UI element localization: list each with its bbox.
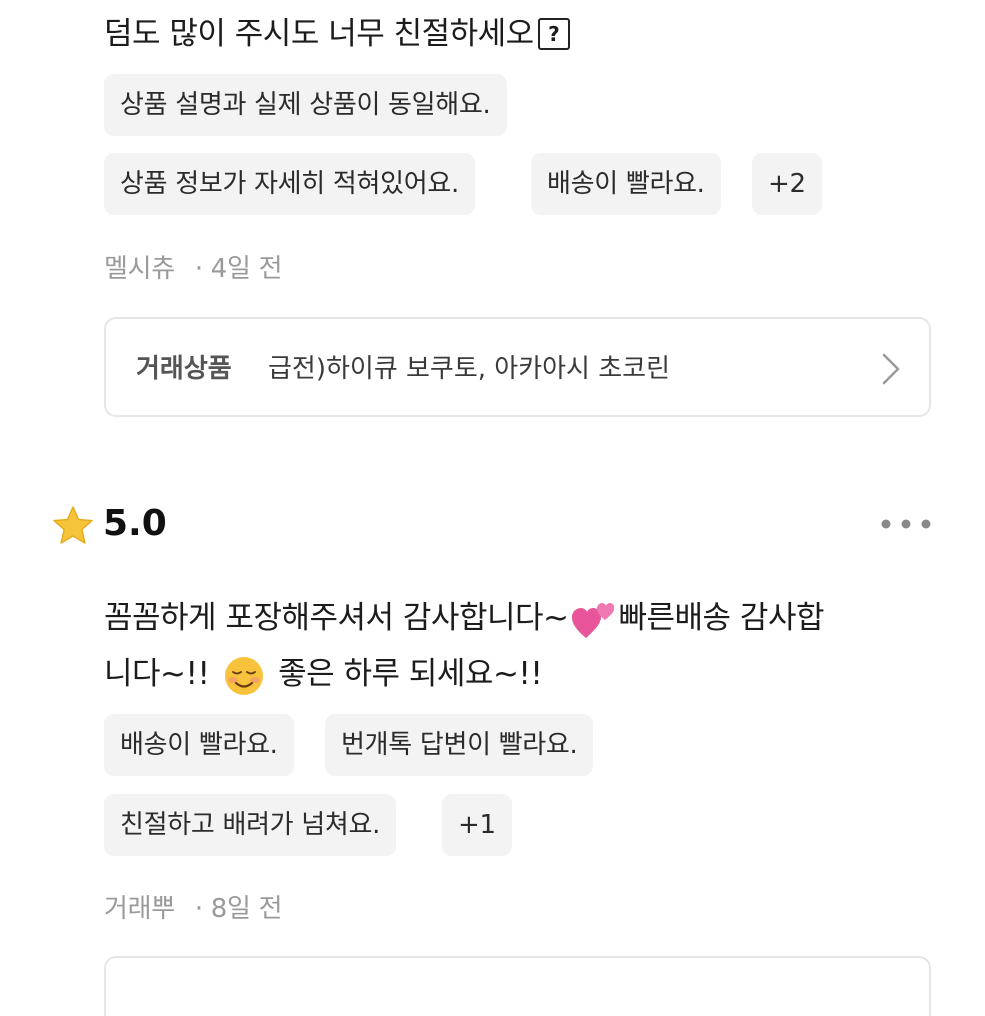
review-tag-chip: 번개톡 답변이 빨라요.: [325, 714, 594, 776]
review-date: · 4일 전: [194, 254, 283, 284]
review-text-part: 꼼꼼하게 포장해주셔서 감사합니다~: [104, 600, 569, 636]
review-text-part: 좋은 하루 되세요~!!: [278, 656, 543, 692]
review-text-content: 덤도 많이 주시도 너무 친절하세오: [104, 16, 534, 52]
more-tags-chip[interactable]: +2: [752, 153, 822, 215]
rating-value: 5.0: [103, 503, 167, 544]
review-meta: 멜시츄 · 4일 전: [104, 248, 283, 285]
review-text-part: 빠른배송 감사합: [618, 600, 824, 636]
review-tag-chip: 상품 정보가 자세히 적혀있어요.: [104, 153, 475, 215]
smiling-face-emoji: [224, 656, 263, 695]
question-symbol-icon: ?: [537, 18, 570, 50]
reviewer-name[interactable]: 멜시츄: [104, 254, 175, 284]
review-tag-chip: 배송이 빨라요.: [531, 153, 721, 215]
review-date: · 8일 전: [194, 894, 283, 924]
review-text: 니다~!! 좋은 하루 되세요~!!: [104, 648, 543, 700]
traded-product-name: 급전)하이큐 보쿠토, 아카아시 초코린: [268, 354, 671, 384]
chevron-right-icon: [882, 353, 900, 385]
traded-product-card[interactable]: [104, 956, 931, 1016]
review-tag-chip: 배송이 빨라요.: [104, 714, 294, 776]
two-hearts-emoji: [572, 602, 615, 638]
more-options-icon[interactable]: [880, 517, 932, 531]
star-icon: [53, 506, 93, 544]
review-text-part: 니다~!!: [104, 656, 210, 692]
review-tag-chip: 상품 설명과 실제 상품이 동일해요.: [104, 74, 507, 136]
review-text: 덤도 많이 주시도 너무 친절하세오?: [104, 8, 570, 60]
traded-product-label: 거래상품: [136, 354, 232, 384]
review-meta: 거래뿌 · 8일 전: [104, 888, 283, 925]
review-text: 꼼꼼하게 포장해주셔서 감사합니다~ 빠른배송 감사합: [104, 592, 824, 644]
reviewer-name[interactable]: 거래뿌: [104, 894, 175, 924]
traded-product-card[interactable]: 거래상품 급전)하이큐 보쿠토, 아카아시 초코린: [104, 317, 931, 417]
review-tag-chip: 친절하고 배려가 넘쳐요.: [104, 794, 397, 856]
more-tags-chip[interactable]: +1: [442, 794, 512, 856]
